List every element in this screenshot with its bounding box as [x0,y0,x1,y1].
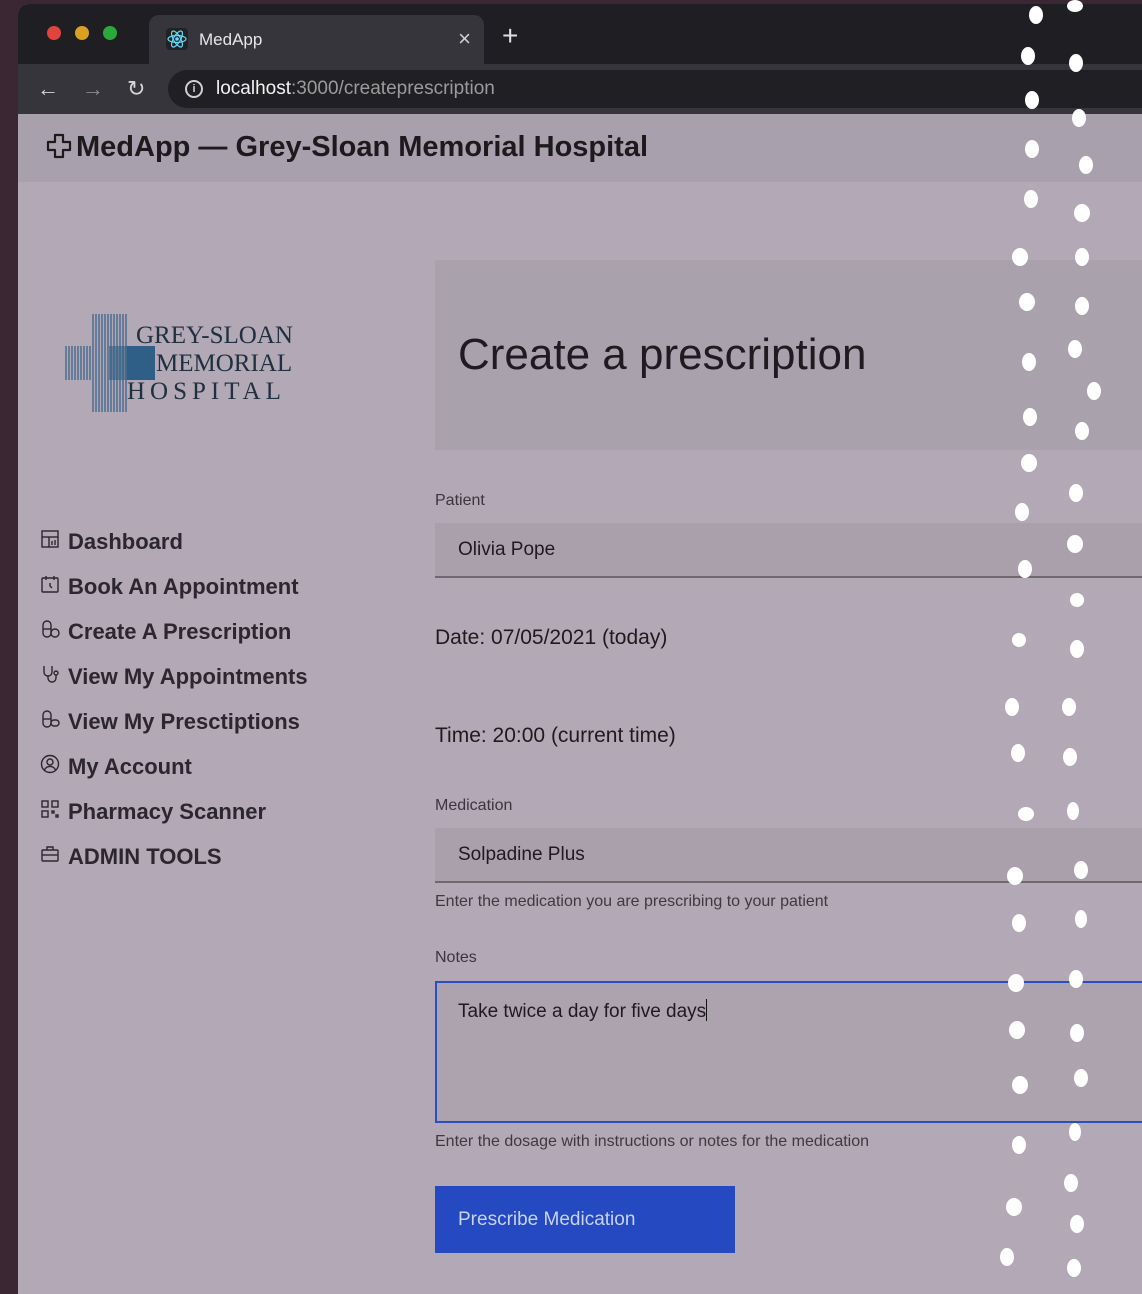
medication-helper-text: Enter the medication you are prescribing… [435,893,829,910]
notes-value: Take twice a day for five days [458,999,708,1023]
dashboard-icon [41,529,59,548]
tab-close-icon[interactable]: × [458,26,471,52]
pill-icon [42,619,60,638]
browser-tab[interactable]: MedApp × [149,15,484,64]
sidebar-item-label: View My Presctiptions [68,708,300,734]
patient-label: Patient [435,492,485,509]
date-text: Date: 07/05/2021 (today) [435,626,668,649]
pill-icon [42,709,60,728]
sidebar-item-label: Book An Appointment [68,573,299,599]
medical-cross-icon [46,133,72,159]
forward-arrow-icon[interactable]: → [82,76,104,102]
close-window-button[interactable] [47,26,61,40]
sidebar-item-my-account[interactable]: My Account [40,744,308,789]
new-tab-button[interactable]: + [502,22,518,50]
app-brand[interactable]: MedApp — Grey-Sloan Memorial Hospital [46,131,648,164]
sidebar-item-view-appointments[interactable]: View My Appointments [40,654,308,699]
account-icon [40,754,60,773]
back-arrow-icon[interactable]: ← [37,76,59,102]
patient-value: Olivia Pope [458,539,556,560]
notes-text: Take twice a day for five days [458,1001,707,1022]
notes-helper-text: Enter the dosage with instructions or no… [435,1133,870,1150]
sidebar-item-book-appointment[interactable]: Book An Appointment [40,564,308,609]
url-text[interactable]: localhost:3000/createprescription [216,78,495,100]
sidebar-item-admin-tools[interactable]: ADMIN TOOLS [40,834,308,879]
text-caret [706,999,708,1021]
sidebar-item-label: Create A Prescription [68,618,292,644]
sidebar-item-create-prescription[interactable]: Create A Prescription [40,609,308,654]
minimize-window-button[interactable] [75,26,89,40]
app-header: MedApp — Grey-Sloan Memorial Hospital [18,114,1142,182]
logo-line-2: MEMORIAL [156,350,293,377]
stethoscope-icon [43,665,59,683]
sidebar-item-label: Pharmacy Scanner [68,798,267,824]
sidebar-item-dashboard[interactable]: Dashboard [40,519,308,564]
tab-bar: MedApp × + [18,4,1142,64]
notes-textarea[interactable]: Take twice a day for five days [435,981,1142,1123]
sidebar-item-label: Dashboard [68,528,183,554]
form-title: Create a prescription [458,330,867,379]
prescribe-medication-button[interactable]: Prescribe Medication [435,1186,735,1253]
react-icon [166,28,188,50]
sidebar-menu: Dashboard Book An Appointment Create A P… [40,519,308,879]
logo-line-3: HOSPITAL [127,378,286,405]
url-host: localhost [216,78,291,99]
hospital-logo: GREY-SLOAN MEMORIAL HOSPITAL [65,314,305,414]
logo-line-1: GREY-SLOAN [136,322,293,349]
tab-title: MedApp [199,30,263,49]
page-title: MedApp — Grey-Sloan Memorial Hospital [76,131,649,163]
sidebar-item-view-prescriptions[interactable]: View My Presctiptions [40,699,308,744]
medication-input[interactable]: Solpadine Plus [435,828,1142,883]
page-heading-panel: Create a prescription [435,260,1142,450]
maximize-window-button[interactable] [103,26,117,40]
calendar-icon [41,575,59,593]
sidebar-item-label: My Account [68,753,192,779]
medication-label: Medication [435,797,513,814]
address-bar[interactable]: i localhost:3000/createprescription [168,70,1142,108]
info-icon[interactable]: i [185,80,203,98]
browser-toolbar: ← → ↻ i localhost:3000/createprescriptio… [18,64,1142,115]
sidebar-item-pharmacy-scanner[interactable]: Pharmacy Scanner [40,789,308,834]
sidebar-item-label: View My Appointments [68,663,308,689]
patient-select[interactable]: Olivia Pope [435,523,1142,578]
url-path: :3000/createprescription [291,78,495,99]
notes-label: Notes [435,949,477,966]
sidebar-item-label: ADMIN TOOLS [68,843,222,869]
reload-icon[interactable]: ↻ [127,76,145,102]
browser-window: MedApp × + ← → ↻ i localhost:3000/create… [18,4,1142,1294]
medication-value: Solpadine Plus [458,844,585,865]
qr-icon [41,799,59,818]
toolbox-icon [41,845,59,862]
time-text: Time: 20:00 (current time) [435,724,676,747]
